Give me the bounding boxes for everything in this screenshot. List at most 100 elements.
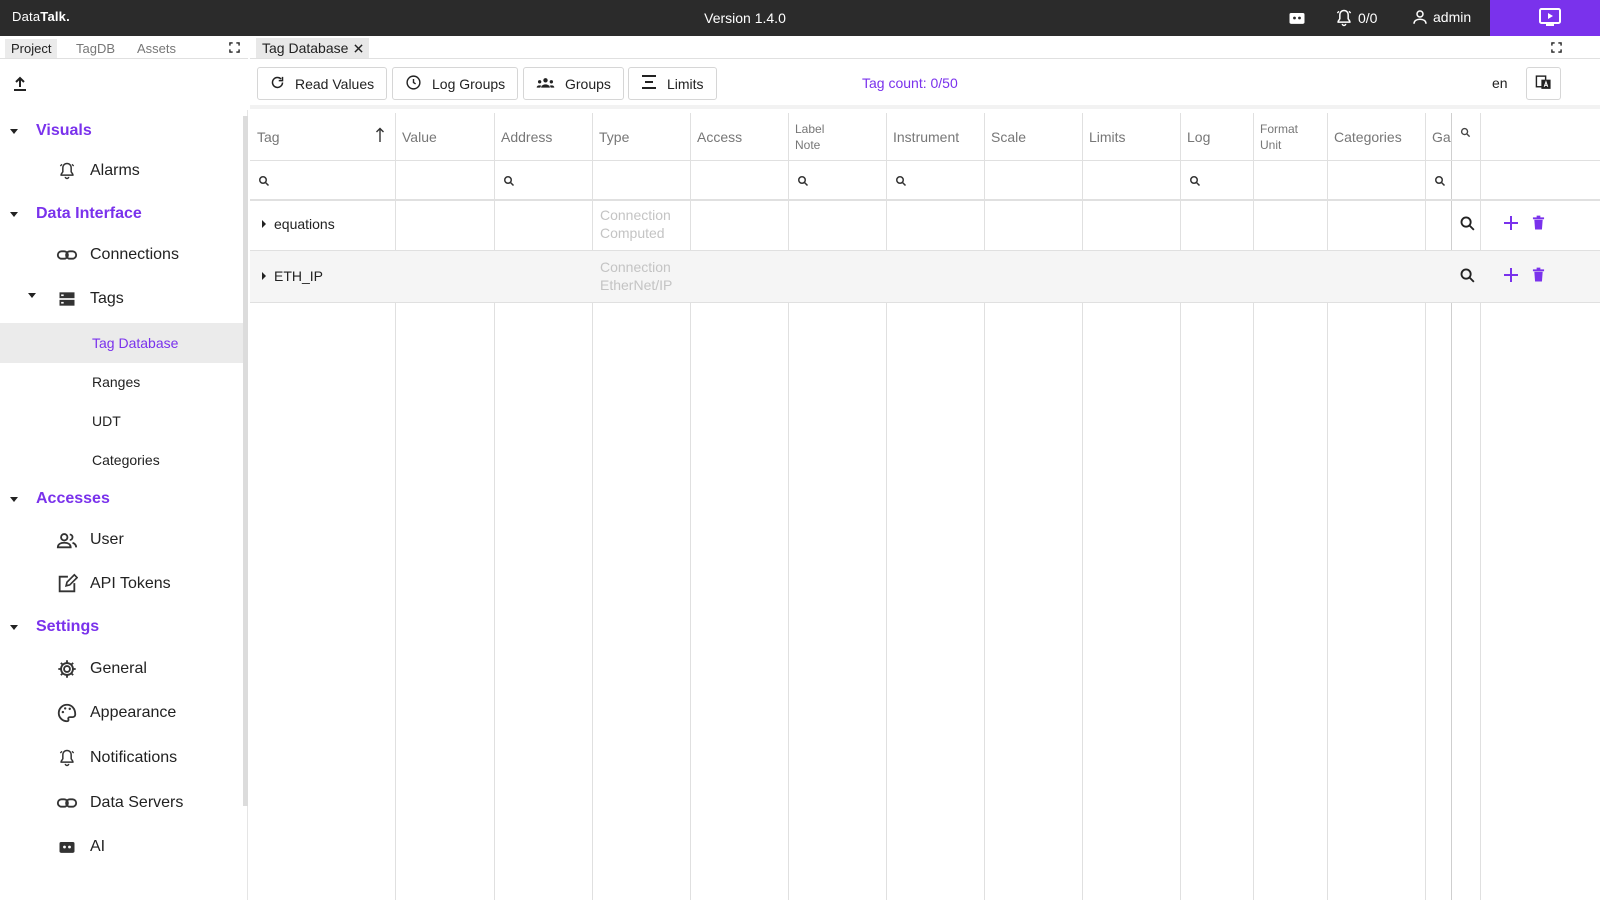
filter-label-search-icon[interactable] xyxy=(797,174,809,190)
gear-icon xyxy=(56,658,78,680)
version-label: Version 1.4.0 xyxy=(704,10,786,26)
alarm-bell-icon xyxy=(56,160,78,182)
sidebar-item-general[interactable]: General xyxy=(56,658,147,680)
column-header-instrument[interactable]: Instrument xyxy=(886,113,984,161)
filter-log-search-icon[interactable] xyxy=(1189,174,1201,190)
sidebar-item-data-servers[interactable]: Data Servers xyxy=(56,792,183,814)
ai-chat-icon[interactable] xyxy=(1287,8,1307,28)
document-tabs: Tag Database xyxy=(250,36,1600,59)
play-screen-icon xyxy=(1538,7,1562,30)
row-type: Connection EtherNet/IP xyxy=(600,259,673,293)
section-visuals[interactable]: Visuals xyxy=(10,122,92,140)
delete-icon[interactable] xyxy=(1532,267,1545,286)
expand-icon[interactable] xyxy=(1551,40,1562,56)
sidebar-item-ranges[interactable]: Ranges xyxy=(0,362,243,402)
sidebar-item-appearance[interactable]: Appearance xyxy=(56,702,176,724)
presentation-button[interactable] xyxy=(1490,0,1600,36)
user-icon xyxy=(1411,8,1429,26)
column-header-categories[interactable]: Categories xyxy=(1327,113,1425,161)
notification-bell-icon xyxy=(56,747,78,769)
alarms-indicator[interactable]: 0/0 xyxy=(1334,8,1377,28)
username: admin xyxy=(1433,9,1472,25)
column-header-limits[interactable]: Limits xyxy=(1082,113,1180,161)
log-groups-button[interactable]: Log Groups xyxy=(392,67,519,100)
section-data-interface[interactable]: Data Interface xyxy=(10,205,142,223)
search-icon[interactable] xyxy=(1459,267,1476,287)
expand-arrow-icon[interactable] xyxy=(262,220,266,228)
sort-ascending-icon[interactable] xyxy=(375,127,385,146)
alarm-count: 0/0 xyxy=(1358,10,1378,26)
row-expand[interactable]: equations xyxy=(262,216,335,232)
expand-arrow-icon[interactable] xyxy=(262,272,266,280)
ai-bot-icon xyxy=(56,836,78,858)
add-icon[interactable] xyxy=(1503,267,1519,286)
bell-icon xyxy=(1334,8,1354,28)
upload-icon[interactable] xyxy=(12,76,28,95)
section-accesses[interactable]: Accesses xyxy=(10,490,110,508)
translate-icon xyxy=(1535,74,1552,94)
toolbar: Read Values Log Groups Groups Limits Tag… xyxy=(250,59,1600,109)
filter-address-search-icon[interactable] xyxy=(503,174,515,190)
filter-row xyxy=(250,161,1600,201)
user-menu[interactable]: admin xyxy=(1411,8,1471,26)
sidebar-item-api-tokens[interactable]: API Tokens xyxy=(56,573,171,595)
column-header-ga[interactable]: Ga xyxy=(1425,113,1451,161)
sidebar-item-connections[interactable]: Connections xyxy=(56,244,179,266)
sidebar-item-alarms[interactable]: Alarms xyxy=(56,160,140,182)
clock-icon xyxy=(405,74,422,94)
groups-button[interactable]: Groups xyxy=(523,67,624,100)
expand-icon[interactable] xyxy=(229,40,240,56)
sidebar-item-udt[interactable]: UDT xyxy=(0,401,243,441)
limits-icon xyxy=(641,74,657,93)
tab-assets[interactable]: Assets xyxy=(131,39,182,58)
sidebar-item-notifications[interactable]: Notifications xyxy=(56,747,177,769)
sidebar-item-tag-database[interactable]: Tag Database xyxy=(0,323,243,363)
link-icon xyxy=(56,792,78,814)
table-row[interactable]: ETH_IP Connection EtherNet/IP xyxy=(250,251,1600,303)
add-icon[interactable] xyxy=(1503,215,1519,234)
sidebar-scrollbar[interactable] xyxy=(243,116,248,806)
users-icon xyxy=(56,529,78,551)
tab-tag-database[interactable]: Tag Database xyxy=(256,38,370,58)
delete-icon[interactable] xyxy=(1532,215,1545,234)
tab-tagdb[interactable]: TagDB xyxy=(70,39,121,58)
column-header-log[interactable]: Log xyxy=(1180,113,1253,161)
read-values-button[interactable]: Read Values xyxy=(257,67,388,100)
tags-caret-icon[interactable] xyxy=(28,293,36,298)
column-header-type[interactable]: Type xyxy=(592,113,690,161)
filter-ga-search-icon[interactable] xyxy=(1434,174,1446,190)
row-expand[interactable]: ETH_IP xyxy=(262,268,323,284)
column-header-value[interactable]: Value xyxy=(395,113,494,161)
sidebar-tabs: Project TagDB Assets xyxy=(0,36,248,59)
limits-button[interactable]: Limits xyxy=(628,67,717,100)
sidebar-item-tags[interactable]: Tags xyxy=(56,288,124,310)
top-bar: DataTalk. Version 1.4.0 0/0 admin xyxy=(0,0,1600,36)
refresh-icon xyxy=(270,75,285,93)
column-header-access[interactable]: Access xyxy=(690,113,788,161)
filter-tag-search-icon[interactable] xyxy=(258,174,270,190)
column-header-scale[interactable]: Scale xyxy=(984,113,1082,161)
close-icon[interactable] xyxy=(354,40,364,56)
table-row[interactable]: equations Connection Computed xyxy=(250,199,1600,251)
tab-project[interactable]: Project xyxy=(5,39,58,58)
sidebar-item-user[interactable]: User xyxy=(56,529,124,551)
column-header-format-unit[interactable]: Format Unit xyxy=(1253,113,1327,161)
palette-icon xyxy=(56,702,78,724)
row-type: Connection Computed xyxy=(600,207,671,241)
search-icon[interactable] xyxy=(1459,215,1476,235)
tag-table: Tag Value Address Type Access Label Note … xyxy=(250,113,1600,900)
language-label: en xyxy=(1492,75,1508,91)
storage-icon xyxy=(56,288,78,310)
section-settings[interactable]: Settings xyxy=(10,618,99,636)
filter-instrument-search-icon[interactable] xyxy=(895,174,907,190)
language-button[interactable] xyxy=(1526,67,1561,100)
search-icon[interactable] xyxy=(1460,125,1471,141)
sidebar-item-ai[interactable]: AI xyxy=(56,836,105,858)
sidebar-item-categories[interactable]: Categories xyxy=(0,440,243,480)
tag-count: Tag count: 0/50 xyxy=(862,75,958,91)
column-header-label-note[interactable]: Label Note xyxy=(788,113,886,161)
edit-note-icon xyxy=(56,573,78,595)
group-icon xyxy=(536,75,555,93)
column-header-tag[interactable]: Tag xyxy=(250,113,395,161)
column-header-address[interactable]: Address xyxy=(494,113,592,161)
